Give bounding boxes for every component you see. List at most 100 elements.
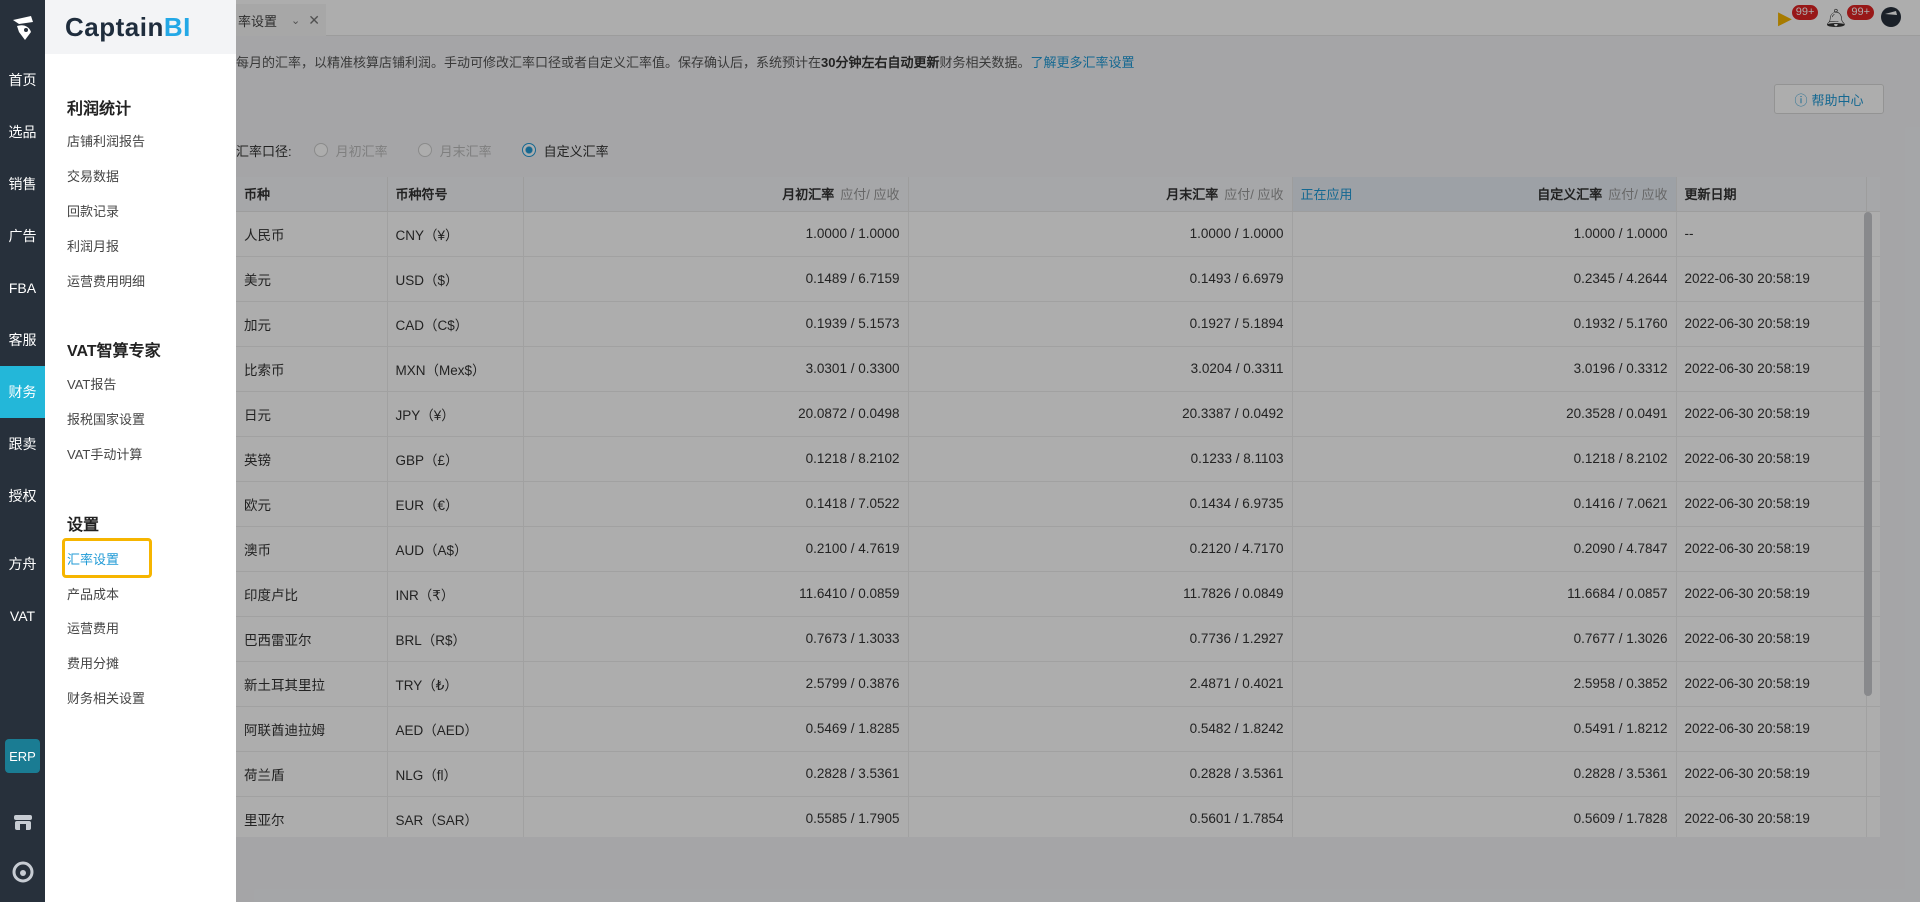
rail-item-ads[interactable]: 广告 [0,210,45,262]
table-scrollbar[interactable] [1864,212,1872,696]
menu-item-vat-report[interactable]: VAT报告 [67,374,116,393]
cell-custom-rate: 0.2345 / 4.2644 [1292,256,1677,302]
menu-item-operating-cost-detail[interactable]: 运营费用明细 [67,271,145,290]
cell-start-rate: 0.1418 / 7.0522 [523,481,909,527]
rail-item-sales[interactable]: 销售 [0,158,45,210]
rail-item-customer-service[interactable]: 客服 [0,314,45,366]
flag-icon[interactable]: ▶ [1778,8,1792,29]
cell-start-rate: 0.2100 / 4.7619 [523,526,909,572]
cell-custom-rate: 3.0196 / 0.3312 [1292,346,1677,392]
brand-logo[interactable]: CaptainBI [65,12,191,43]
table-row: 阿联酋迪拉姆 AED（AED） 0.5469 / 1.8285 0.5482 / 1.… [236,706,1880,752]
cell-custom-rate: 0.5491 / 1.8212 [1292,706,1677,752]
cell-currency: 巴西雷亚尔 [236,616,388,662]
top-right-icons: ▶ 99+ 🔔︎ 99+ [1778,4,1902,32]
cell-symbol: CNY（¥） [387,211,524,257]
cell-custom-rate: 0.1416 / 7.0621 [1292,481,1677,527]
cell-end-rate: 11.7826 / 0.0849 [908,571,1293,617]
table-row: 美元 USD（$） 0.1489 / 6.7159 0.1493 / 6.6979 0.… [236,256,1880,302]
radio-custom[interactable]: 自定义汇率 [521,141,609,160]
chevron-down-icon[interactable]: ⌄ [291,14,300,27]
cell-custom-rate: 20.3528 / 0.0491 [1292,391,1677,437]
tab-bar: 率设置 ⌄ ✕ ▶ 99+ 🔔︎ 99+ [236,0,1920,36]
cell-updated: 2022-06-30 20:58:19 [1676,301,1867,347]
col-gutter [1866,177,1880,212]
menu-item-vat-manual-calc[interactable]: VAT手动计算 [67,444,142,463]
table-row: 英镑 GBP（£） 0.1218 / 8.2102 0.1233 / 8.1103 0.… [236,436,1880,482]
cell-start-rate: 3.0301 / 0.3300 [523,346,909,392]
cell-custom-rate: 0.2090 / 4.7847 [1292,526,1677,572]
cell-updated: 2022-06-30 20:58:19 [1676,796,1867,837]
cell-end-rate: 0.1233 / 8.1103 [908,436,1293,482]
cell-end-rate: 0.5601 / 1.7854 [908,796,1293,837]
cell-end-rate: 20.3387 / 0.0492 [908,391,1293,437]
exchange-rate-table: 币种 币种符号 月初汇率 应付/ 应收 月末汇率 应付/ 应收 正在应用 自定义汇率应… [236,177,1880,837]
help-center-button[interactable]: ⓘ 帮助中心 [1774,84,1884,114]
table-row: 比索币 MXN（Mex$） 3.0301 / 0.3300 3.0204 / 0.33… [236,346,1880,392]
menu-item-finance-settings[interactable]: 财务相关设置 [67,688,145,707]
cell-custom-rate: 0.2828 / 3.5361 [1292,751,1677,797]
menu-item-operating-cost[interactable]: 运营费用 [67,618,119,637]
notification-badge: 99+ [1791,4,1819,20]
cell-end-rate: 1.0000 / 1.0000 [908,211,1293,257]
menu-item-payout-records[interactable]: 回款记录 [67,201,119,220]
menu-item-store-profit-report[interactable]: 店铺利润报告 [67,131,145,150]
radio-month-end[interactable]: 月末汇率 [417,141,492,160]
menu-item-cost-allocation[interactable]: 费用分摊 [67,653,119,672]
learn-more-link[interactable]: 了解更多汇率设置 [1031,55,1135,70]
cell-start-rate: 0.2828 / 3.5361 [523,751,909,797]
cell-custom-rate: 11.6684 / 0.0857 [1292,571,1677,617]
cell-updated: 2022-06-30 20:58:19 [1676,256,1867,302]
cell-updated: 2022-06-30 20:58:19 [1676,346,1867,392]
cell-gutter [1866,751,1880,797]
cell-updated: -- [1676,211,1867,257]
bell-icon[interactable]: 🔔︎ [1824,8,1847,29]
menu-item-tax-country-settings[interactable]: 报税国家设置 [67,409,145,428]
rail-item-vat[interactable]: VAT [0,590,45,642]
close-icon[interactable]: ✕ [308,12,320,29]
message-badge: 99+ [1847,4,1874,20]
table-row: 巴西雷亚尔 BRL（R$） 0.7673 / 1.3033 0.7736 / 1.29… [236,616,1880,662]
cell-custom-rate: 2.5958 / 0.3852 [1292,661,1677,707]
headset-icon[interactable] [11,860,35,884]
cell-symbol: SAR（SAR） [387,796,524,837]
cell-start-rate: 0.1939 / 5.1573 [523,301,909,347]
captain-logo-icon[interactable] [0,10,45,46]
menu-item-exchange-rate-settings[interactable]: 汇率设置 [67,549,119,568]
rail-item-authorization[interactable]: 授权 [0,470,45,522]
menu-item-product-cost[interactable]: 产品成本 [67,584,119,603]
rail-item-home[interactable]: 首页 [0,54,45,106]
cell-updated: 2022-06-30 20:58:19 [1676,526,1867,572]
col-end-rate: 月末汇率 应付/ 应收 [908,177,1293,212]
rail-item-ark[interactable]: 方舟 [0,538,45,590]
radio-month-start[interactable]: 月初汇率 [313,141,388,160]
cell-start-rate: 0.5585 / 1.7905 [523,796,909,837]
menu-item-transaction-data[interactable]: 交易数据 [67,166,119,185]
cell-currency: 加元 [236,301,388,347]
cell-updated: 2022-06-30 20:58:19 [1676,436,1867,482]
main-content: 率设置 ⌄ ✕ ▶ 99+ 🔔︎ 99+ 每月的汇率，以精准核算店铺利润。手动可… [236,0,1920,902]
col-updated: 更新日期 [1676,177,1867,212]
cell-currency: 印度卢比 [236,571,388,617]
rail-item-product-selection[interactable]: 选品 [0,106,45,158]
cell-custom-rate: 1.0000 / 1.0000 [1292,211,1677,257]
table-row: 澳币 AUD（A$） 0.2100 / 4.7619 0.2120 / 4.7170 0… [236,526,1880,572]
store-icon[interactable] [11,810,35,834]
tab-exchange-rate-settings[interactable]: 率设置 ⌄ ✕ [236,4,326,36]
erp-button[interactable]: ERP [5,739,40,773]
rail-item-follow-sell[interactable]: 跟卖 [0,418,45,470]
cell-end-rate: 0.2120 / 4.7170 [908,526,1293,572]
rail-item-finance[interactable]: 财务 [0,366,45,418]
cell-custom-rate: 0.7677 / 1.3026 [1292,616,1677,662]
cell-end-rate: 0.2828 / 3.5361 [908,751,1293,797]
menu-item-monthly-profit[interactable]: 利润月报 [67,236,119,255]
rail-item-fba[interactable]: FBA [0,262,45,314]
cell-start-rate: 2.5799 / 0.3876 [523,661,909,707]
cell-currency: 日元 [236,391,388,437]
cell-start-rate: 0.1489 / 6.7159 [523,256,909,302]
col-start-rate: 月初汇率 应付/ 应收 [523,177,909,212]
cell-end-rate: 0.5482 / 1.8242 [908,706,1293,752]
cell-symbol: INR（₹） [387,571,524,617]
user-avatar-icon[interactable] [1880,6,1902,31]
rate-basis-label: 汇率口径: [236,143,292,159]
